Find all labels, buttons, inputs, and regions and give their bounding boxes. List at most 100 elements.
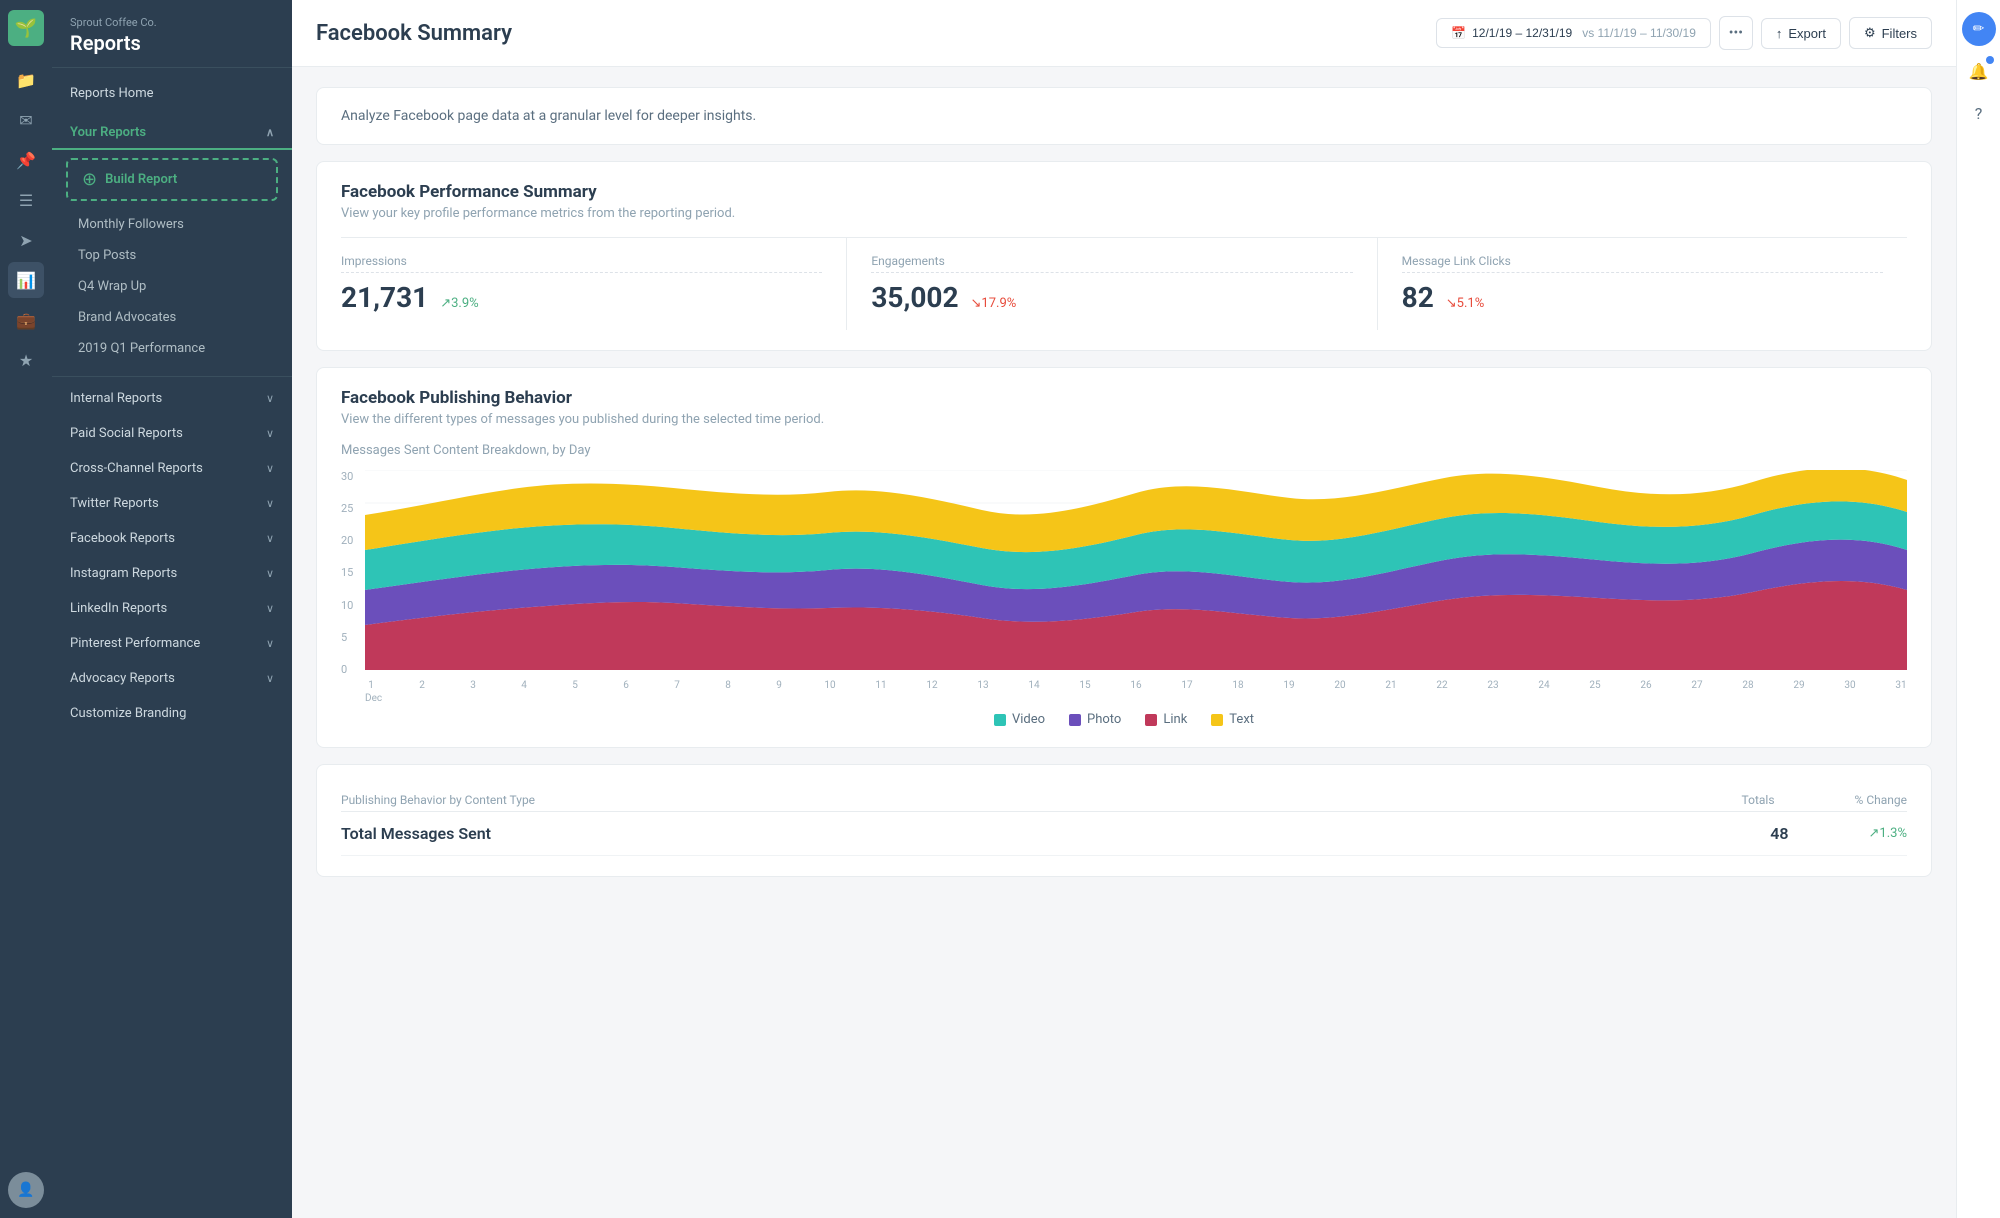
metric-impressions: Impressions 21,731 ↗3.9% — [341, 238, 847, 330]
nav-q4-wrap-up[interactable]: Q4 Wrap Up — [52, 271, 292, 302]
metric-link-clicks: Message Link Clicks 82 ↘5.1% — [1378, 238, 1907, 330]
x-label-30: 30 — [1844, 680, 1856, 691]
user-avatar[interactable]: 👤 — [8, 1172, 44, 1208]
y-label-15: 15 — [341, 566, 365, 579]
engagements-change: ↘17.9% — [971, 296, 1017, 311]
metric-engagements: Engagements 35,002 ↘17.9% — [847, 238, 1377, 330]
x-label-4: 4 — [518, 680, 530, 691]
x-axis-month-label: Dec — [365, 691, 1907, 704]
date-range-text: 12/1/19 – 12/31/19 — [1472, 26, 1572, 40]
legend-dot-text — [1211, 714, 1223, 726]
chevron-down-icon-6: ∨ — [266, 567, 274, 580]
table-header: Publishing Behavior by Content Type Tota… — [341, 785, 1907, 812]
help-icon: ? — [1975, 104, 1983, 123]
metrics-row: Impressions 21,731 ↗3.9% Engagements 35,… — [341, 237, 1907, 330]
nav-icon-pin[interactable]: 📌 — [8, 142, 44, 178]
nav-pinterest[interactable]: Pinterest Performance ∨ — [52, 626, 292, 661]
engagements-value: 35,002 — [871, 281, 958, 314]
chevron-down-icon-4: ∨ — [266, 497, 274, 510]
chevron-down-icon-2: ∨ — [266, 427, 274, 440]
row-change-messages: ↗1.3% — [1869, 826, 1907, 841]
x-label-16: 16 — [1130, 680, 1142, 691]
x-label-24: 24 — [1538, 680, 1550, 691]
performance-title: Facebook Performance Summary — [341, 182, 1907, 202]
metric-value-row-3: 82 ↘5.1% — [1402, 281, 1883, 314]
legend-text: Text — [1211, 712, 1254, 727]
metric-label-engagements: Engagements — [871, 254, 1352, 273]
bell-button[interactable]: 🔔 — [1962, 54, 1996, 88]
date-range-button[interactable]: 📅 12/1/19 – 12/31/19 vs 11/1/19 – 11/30/… — [1436, 18, 1711, 48]
y-label-30: 30 — [341, 470, 365, 483]
export-button[interactable]: ↑ Export — [1761, 18, 1841, 49]
build-report-button[interactable]: ⊕ Build Report — [66, 158, 278, 201]
more-options-button[interactable]: ••• — [1719, 16, 1753, 50]
legend-dot-video — [994, 714, 1006, 726]
chevron-down-icon-8: ∨ — [266, 637, 274, 650]
chevron-down-icon-9: ∨ — [266, 672, 274, 685]
nav-icon-briefcase[interactable]: 💼 — [8, 302, 44, 338]
chart-legend: Video Photo Link Text — [341, 712, 1907, 727]
dots-icon: ••• — [1729, 25, 1743, 41]
nav-cross-channel[interactable]: Cross-Channel Reports ∨ — [52, 451, 292, 486]
nav-icon-send[interactable]: ➤ — [8, 222, 44, 258]
performance-card: Facebook Performance Summary View your k… — [316, 161, 1932, 351]
nav-instagram-reports[interactable]: Instagram Reports ∨ — [52, 556, 292, 591]
filters-button[interactable]: ⚙ Filters — [1849, 17, 1932, 49]
impressions-change: ↗3.9% — [440, 296, 478, 311]
page-title: Facebook Summary — [316, 21, 512, 46]
x-label-11: 11 — [875, 680, 887, 691]
nav-brand-advocates[interactable]: Brand Advocates — [52, 302, 292, 333]
nav-your-reports[interactable]: Your Reports ∧ — [52, 115, 292, 150]
help-button[interactable]: ? — [1962, 96, 1996, 130]
intro-text: Analyze Facebook page data at a granular… — [341, 108, 1907, 124]
chart-label: Messages Sent Content Breakdown, by Day — [341, 443, 1907, 458]
x-label-22: 22 — [1436, 680, 1448, 691]
link-clicks-change: ↘5.1% — [1446, 296, 1484, 311]
chevron-down-icon: ∨ — [266, 392, 274, 405]
table-title: Publishing Behavior by Content Type — [341, 793, 535, 807]
metric-value-row: 21,731 ↗3.9% — [341, 281, 822, 314]
impressions-value: 21,731 — [341, 281, 428, 314]
nav-monthly-followers[interactable]: Monthly Followers — [52, 209, 292, 240]
nav-twitter-reports[interactable]: Twitter Reports ∨ — [52, 486, 292, 521]
legend-link: Link — [1145, 712, 1187, 727]
edit-button[interactable]: ✏ — [1962, 12, 1996, 46]
y-label-20: 20 — [341, 534, 365, 547]
nav-2019-q1[interactable]: 2019 Q1 Performance — [52, 333, 292, 364]
nav-icon-chart[interactable]: 📊 — [8, 262, 44, 298]
publishing-title: Facebook Publishing Behavior — [341, 388, 1907, 408]
legend-video: Video — [994, 712, 1045, 727]
x-label-2: 2 — [416, 680, 428, 691]
x-label-29: 29 — [1793, 680, 1805, 691]
nav-header: Sprout Coffee Co. Reports — [52, 0, 292, 68]
nav-top-posts[interactable]: Top Posts — [52, 240, 292, 271]
plus-icon: ⊕ — [82, 169, 97, 190]
x-label-10: 10 — [824, 680, 836, 691]
y-label-25: 25 — [341, 502, 365, 515]
nav-icon-folder[interactable]: 📁 — [8, 62, 44, 98]
nav-reports-home[interactable]: Reports Home — [52, 76, 292, 111]
chevron-down-icon-5: ∨ — [266, 532, 274, 545]
x-label-20: 20 — [1334, 680, 1346, 691]
nav-paid-social[interactable]: Paid Social Reports ∨ — [52, 416, 292, 451]
page-header: Facebook Summary 📅 12/1/19 – 12/31/19 vs… — [292, 0, 1956, 67]
metric-label-link-clicks: Message Link Clicks — [1402, 254, 1883, 273]
x-label-17: 17 — [1181, 680, 1193, 691]
nav-linkedin-reports[interactable]: LinkedIn Reports ∨ — [52, 591, 292, 626]
nav-icon-inbox[interactable]: ✉ — [8, 102, 44, 138]
y-label-0: 0 — [341, 663, 365, 676]
legend-dot-photo — [1069, 714, 1081, 726]
nav-icon-list[interactable]: ☰ — [8, 182, 44, 218]
row-total-messages: 48 — [1770, 824, 1788, 843]
nav-advocacy-reports[interactable]: Advocacy Reports ∨ — [52, 661, 292, 696]
metric-value-row-2: 35,002 ↘17.9% — [871, 281, 1352, 314]
nav-customize-branding[interactable]: Customize Branding — [52, 696, 292, 731]
x-label-1: 1 — [365, 680, 377, 691]
nav-internal-reports[interactable]: Internal Reports ∨ — [52, 381, 292, 416]
x-label-5: 5 — [569, 680, 581, 691]
header-controls: 📅 12/1/19 – 12/31/19 vs 11/1/19 – 11/30/… — [1436, 16, 1932, 50]
table-row: Total Messages Sent 48 ↗1.3% — [341, 812, 1907, 856]
nav-facebook-reports[interactable]: Facebook Reports ∨ — [52, 521, 292, 556]
nav-icon-star[interactable]: ★ — [8, 342, 44, 378]
publishing-subtitle: View the different types of messages you… — [341, 412, 1907, 427]
